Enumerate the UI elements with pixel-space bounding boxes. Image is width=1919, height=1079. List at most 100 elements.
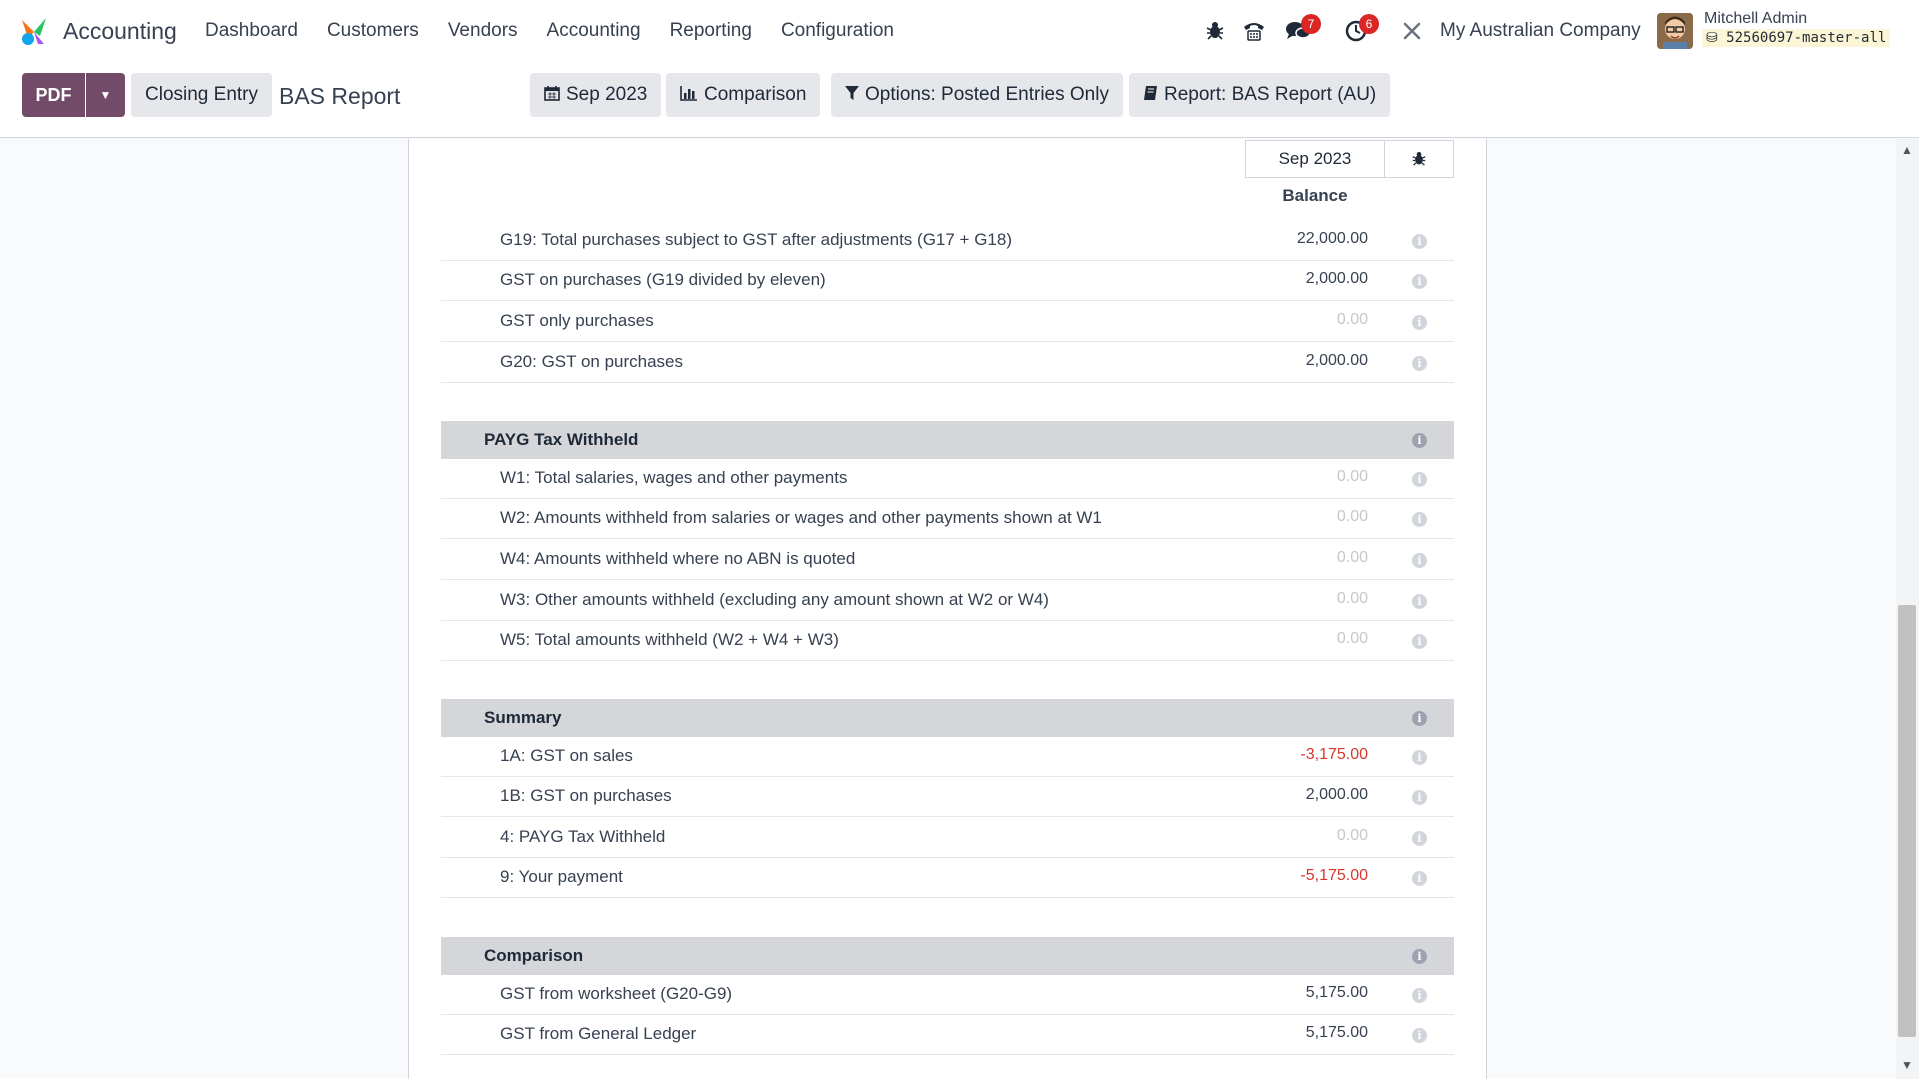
line-value[interactable]: 0.00 [1337,827,1368,845]
line-value[interactable]: 0.00 [1337,590,1368,608]
report-line[interactable]: W3: Other amounts withheld (excluding an… [441,581,1454,621]
report-line[interactable]: GST only purchases 0.00 i [441,302,1454,342]
line-value[interactable]: 22,000.00 [1297,230,1368,248]
scroll-down-arrow-icon[interactable]: ▼ [1898,1058,1916,1074]
line-value[interactable]: 2,000.00 [1306,352,1368,370]
info-icon[interactable]: i [1412,433,1427,448]
report-line[interactable]: W2: Amounts withheld from salaries or wa… [441,499,1454,539]
activities-clock-icon[interactable]: 6 [1343,14,1379,44]
info-icon[interactable]: i [1412,512,1427,527]
report-line[interactable]: GST from worksheet (G20-G9) 5,175.00 i [441,975,1454,1015]
info-icon[interactable]: i [1412,831,1427,846]
line-value[interactable]: 0.00 [1337,508,1368,526]
line-label: 1A: GST on sales [500,746,633,765]
database-label: 52560697-master-all [1726,30,1887,46]
tools-icon[interactable] [1399,18,1425,44]
section-header-summary[interactable]: Summary i [441,699,1454,737]
database-icon: ⛁ [1706,30,1727,46]
section-title: PAYG Tax Withheld [484,430,639,449]
info-icon[interactable]: i [1412,711,1427,726]
line-value[interactable]: 2,000.00 [1306,786,1368,804]
menu-customers[interactable]: Customers [327,20,419,42]
menu-dashboard[interactable]: Dashboard [205,20,298,42]
debug-bug-icon[interactable] [1202,18,1228,44]
user-name[interactable]: Mitchell Admin [1704,10,1807,28]
line-value[interactable]: 0.00 [1337,630,1368,648]
info-icon[interactable]: i [1412,553,1427,568]
balance-subheader: Balance [1282,186,1348,205]
closing-entry-button[interactable]: Closing Entry [131,73,272,117]
info-icon[interactable]: i [1412,472,1427,487]
info-icon[interactable]: i [1412,790,1427,805]
report-line[interactable]: 1A: GST on sales -3,175.00 i [441,737,1454,777]
scroll-up-arrow-icon[interactable]: ▲ [1898,143,1916,159]
info-icon[interactable]: i [1412,1028,1427,1043]
accounting-app-icon[interactable] [18,16,50,46]
line-label: GST on purchases (G19 divided by eleven) [500,270,826,289]
page-title: BAS Report [279,83,401,109]
info-icon[interactable]: i [1412,949,1427,964]
line-value[interactable]: 2,000.00 [1306,270,1368,288]
info-icon[interactable]: i [1412,988,1427,1003]
line-value[interactable]: -5,175.00 [1300,867,1368,885]
caret-down-icon: ▼ [99,88,112,102]
menu-configuration[interactable]: Configuration [781,20,894,42]
messages-icon[interactable]: 7 [1285,14,1321,44]
info-icon[interactable]: i [1412,594,1427,609]
report-line[interactable]: 9: Your payment -5,175.00 i [441,858,1454,898]
line-label: W3: Other amounts withheld (excluding an… [500,590,1049,609]
comparison-filter-label: Comparison [704,84,807,105]
report-selector-button[interactable]: Report: BAS Report (AU) [1129,73,1391,117]
info-icon[interactable]: i [1412,356,1427,371]
menu-accounting[interactable]: Accounting [547,20,641,42]
pdf-dropdown-toggle[interactable]: ▼ [86,73,125,117]
line-label: W5: Total amounts withheld (W2 + W4 + W3… [500,630,839,649]
report-line[interactable]: G20: GST on purchases 2,000.00 i [441,343,1454,383]
info-icon[interactable]: i [1412,315,1427,330]
report-line[interactable]: G19: Total purchases subject to GST afte… [441,221,1454,261]
report-line[interactable]: W4: Amounts withheld where no ABN is quo… [441,540,1454,580]
menu-vendors[interactable]: Vendors [448,20,518,42]
filter-icon [845,85,859,106]
report-line[interactable]: GST from General Ledger 5,175.00 i [441,1015,1454,1055]
user-avatar[interactable] [1657,13,1693,49]
line-label: GST from worksheet (G20-G9) [500,984,733,1003]
report-line[interactable]: W5: Total amounts withheld (W2 + W4 + W3… [441,621,1454,661]
info-icon[interactable]: i [1412,871,1427,886]
comparison-filter-button[interactable]: Comparison [666,73,821,117]
report-line[interactable]: 1B: GST on purchases 2,000.00 i [441,777,1454,817]
activities-badge: 6 [1359,14,1379,34]
info-icon[interactable]: i [1412,750,1427,765]
database-name: ⛁ 52560697-master-all [1702,29,1891,47]
section-header-comparison[interactable]: Comparison i [441,937,1454,975]
info-icon[interactable]: i [1412,634,1427,649]
calendar-icon [544,85,560,106]
report-selector-label: Report: BAS Report (AU) [1164,84,1377,105]
line-value[interactable]: -3,175.00 [1300,746,1368,764]
company-switcher[interactable]: My Australian Company [1440,20,1641,42]
line-value[interactable]: 5,175.00 [1306,984,1368,1002]
line-value[interactable]: 0.00 [1337,549,1368,567]
line-label: 9: Your payment [500,867,623,886]
section-title: Comparison [484,946,584,965]
control-panel: PDF ▼ Closing Entry BAS Report Sep 2023 … [0,62,1919,138]
line-value[interactable]: 0.00 [1337,468,1368,486]
column-debug-bug-icon[interactable] [1384,140,1454,178]
pdf-button[interactable]: PDF [22,73,85,117]
app-name[interactable]: Accounting [63,18,177,45]
column-header-period[interactable]: Sep 2023 [1245,140,1385,178]
info-icon[interactable]: i [1412,274,1427,289]
menu-reporting[interactable]: Reporting [670,20,752,42]
line-value[interactable]: 5,175.00 [1306,1024,1368,1042]
report-line[interactable]: 4: PAYG Tax Withheld 0.00 i [441,818,1454,858]
line-label: 1B: GST on purchases [500,786,672,805]
report-line[interactable]: GST on purchases (G19 divided by eleven)… [441,261,1454,301]
scrollbar-thumb[interactable] [1898,605,1916,1037]
options-filter-button[interactable]: Options: Posted Entries Only [831,73,1123,117]
section-header-payg[interactable]: PAYG Tax Withheld i [441,421,1454,459]
line-value[interactable]: 0.00 [1337,311,1368,329]
info-icon[interactable]: i [1412,234,1427,249]
report-line[interactable]: W1: Total salaries, wages and other paym… [441,459,1454,499]
phone-icon[interactable] [1241,18,1267,44]
period-filter-button[interactable]: Sep 2023 [530,73,662,117]
